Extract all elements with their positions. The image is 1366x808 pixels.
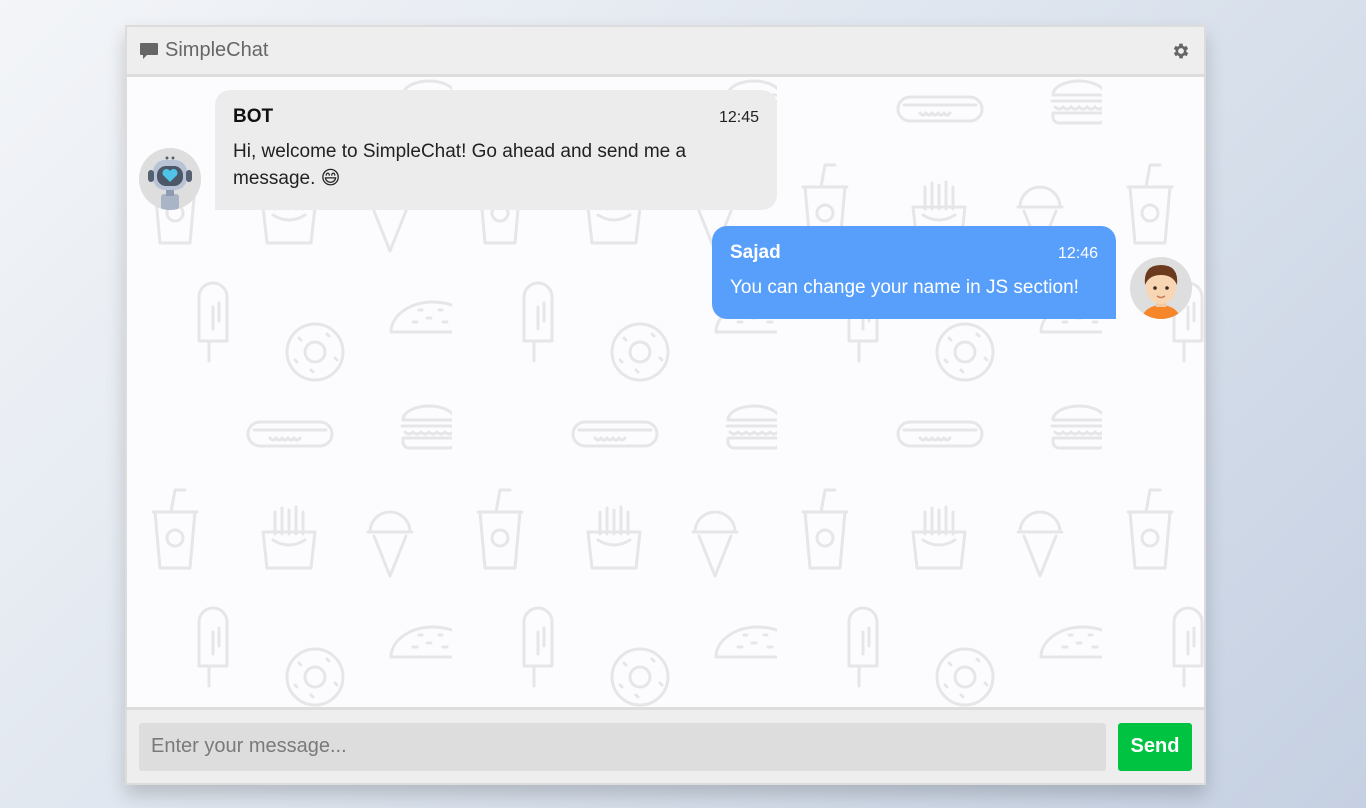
send-button[interactable]: Send xyxy=(1118,722,1192,771)
message-time: 12:45 xyxy=(718,109,759,126)
gear-icon[interactable] xyxy=(1170,40,1192,62)
message-time: 12:46 xyxy=(1057,245,1098,262)
chat-title: SimpleChat xyxy=(165,39,269,61)
chat-header: SimpleChat xyxy=(127,27,1204,77)
message-text: You can change your name in JS section! xyxy=(730,277,1079,298)
message-info: BOT 12:45 xyxy=(233,106,759,128)
message-bot: BOT 12:45 Hi, welcome to SimpleChat! Go … xyxy=(139,90,777,210)
message-user: Sajad 12:46 You can change your name in … xyxy=(712,226,1192,319)
message-list[interactable]: BOT 12:45 Hi, welcome to SimpleChat! Go … xyxy=(127,77,1204,707)
comment-icon xyxy=(139,41,159,61)
message-info: Sajad 12:46 xyxy=(730,242,1098,264)
sender-name: BOT xyxy=(233,106,274,127)
message-text: Hi, welcome to SimpleChat! Go ahead and … xyxy=(233,141,687,189)
boy-avatar xyxy=(1130,257,1192,319)
sender-name: Sajad xyxy=(730,242,781,263)
composer: Send xyxy=(127,707,1204,783)
message-input[interactable] xyxy=(139,722,1106,771)
message-bubble: BOT 12:45 Hi, welcome to SimpleChat! Go … xyxy=(215,90,777,210)
chat-window: SimpleChat BOT 12:45 Hi, welcome to Simp… xyxy=(125,25,1206,785)
robot-avatar xyxy=(139,148,201,210)
message-bubble: Sajad 12:46 You can change your name in … xyxy=(712,226,1116,319)
